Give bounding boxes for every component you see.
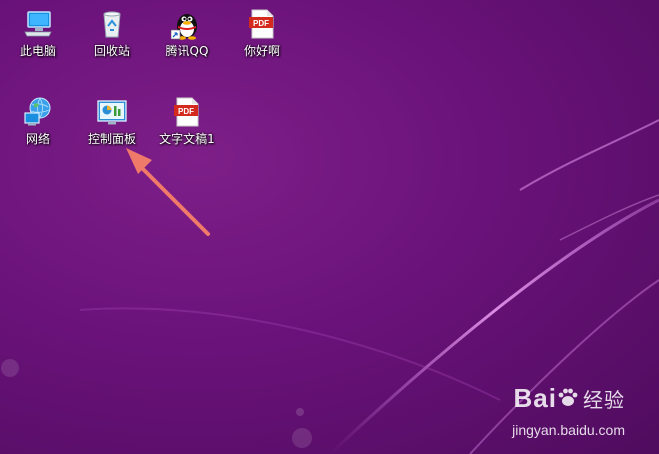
desktop-icon-qq[interactable]: 腾讯QQ (151, 8, 223, 58)
pdf-badge-text: PDF (253, 19, 269, 28)
desktop-icon-label: 腾讯QQ (165, 44, 209, 58)
pdf-badge-text: PDF (178, 107, 194, 116)
desktop-icon-label: 文字文稿1 (159, 132, 215, 146)
control-panel-icon (96, 96, 128, 128)
desktop-icon-label: 你好啊 (243, 44, 280, 58)
watermark-url: jingyan.baidu.com (512, 422, 625, 438)
desktop-icon-label: 此电脑 (19, 44, 56, 58)
network-globe-icon (22, 96, 54, 128)
desktop-icon-network[interactable]: 网络 (2, 96, 74, 146)
pdf-file-icon: PDF (171, 96, 203, 128)
pdf-file-icon: PDF (246, 8, 278, 40)
desktop-icon-pdf-nihaoa[interactable]: PDF 你好啊 (226, 8, 298, 58)
qq-penguin-icon (170, 8, 203, 40)
paw-icon (557, 385, 579, 407)
desktop-icon-pdf-wenzi-wengao[interactable]: PDF 文字文稿1 (151, 96, 223, 146)
desktop-icon-label: 控制面板 (87, 132, 136, 146)
desktop-icon-label: 网络 (25, 132, 50, 146)
baidu-watermark: Bai 经验 (514, 383, 625, 414)
desktop-icon-label: 回收站 (93, 44, 130, 58)
watermark-brand: Bai (513, 383, 557, 413)
computer-icon (22, 8, 54, 40)
watermark-brand-cn: 经验 (583, 390, 625, 412)
desktop-icon-recycle-bin[interactable]: 回收站 (76, 8, 148, 58)
desktop-icon-this-pc[interactable]: 此电脑 (2, 8, 74, 58)
recycle-bin-icon (96, 8, 128, 40)
desktop-icon-control-panel[interactable]: 控制面板 (76, 96, 148, 146)
